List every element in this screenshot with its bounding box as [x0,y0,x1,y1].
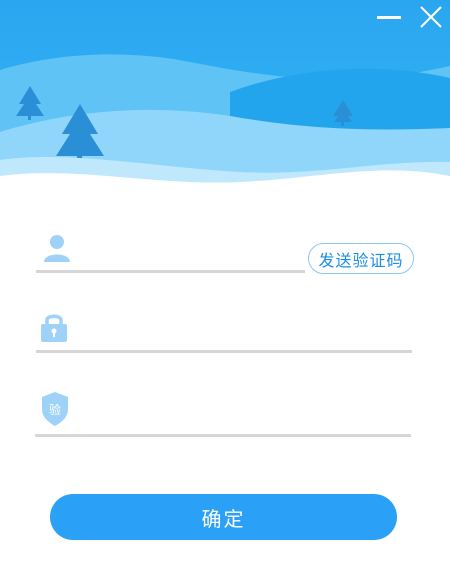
minimize-button[interactable] [374,2,404,32]
minimize-icon [377,16,401,19]
close-icon [420,6,442,28]
code-underline [35,434,411,437]
shield-icon: 验 [42,392,68,426]
shield-badge-text: 验 [49,402,61,417]
login-window: 发送验证码 验 确定 [0,0,450,576]
user-icon [44,235,70,262]
lock-icon [41,314,67,342]
verification-code-input[interactable] [82,400,406,428]
username-input[interactable] [82,238,301,266]
password-underline [36,350,412,353]
password-input[interactable] [82,318,406,346]
confirm-button[interactable]: 确定 [50,494,397,540]
close-button[interactable] [416,2,446,32]
username-underline [36,270,305,273]
send-code-button[interactable]: 发送验证码 [308,243,414,274]
